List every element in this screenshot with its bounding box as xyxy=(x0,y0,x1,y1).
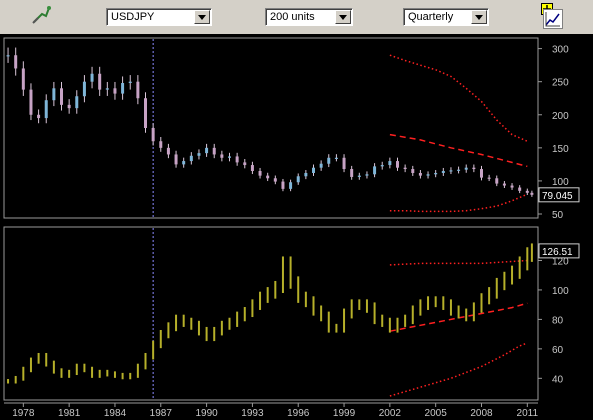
candle-body xyxy=(311,167,315,173)
candle-body xyxy=(502,183,506,186)
candle-body xyxy=(281,181,285,189)
candle-body xyxy=(365,174,369,176)
candle-body xyxy=(380,165,384,167)
candle-body xyxy=(266,175,270,179)
candle-body xyxy=(243,162,247,166)
x-tick-label: 2005 xyxy=(425,408,448,419)
candle-body xyxy=(472,167,476,170)
last-value-label: 79.045 xyxy=(542,191,573,202)
candle-body xyxy=(289,182,293,189)
candle-body xyxy=(105,88,109,90)
candle-body xyxy=(327,157,331,164)
candle-body xyxy=(151,128,155,142)
candle-body xyxy=(350,169,354,177)
candle-body xyxy=(434,172,438,175)
candle-body xyxy=(189,155,193,162)
candle-body xyxy=(182,161,186,165)
candle-body xyxy=(90,73,94,82)
candle-body xyxy=(44,100,48,119)
candle-body xyxy=(159,141,163,148)
candle-body xyxy=(449,170,453,172)
candle-body xyxy=(166,147,170,155)
x-tick-label: 1978 xyxy=(12,408,35,419)
x-tick-label: 1990 xyxy=(195,408,218,419)
candle-body xyxy=(304,172,308,177)
candle-body xyxy=(75,96,79,109)
x-tick-label: 1981 xyxy=(58,408,81,419)
candle-body xyxy=(495,178,499,184)
candle-body xyxy=(21,68,25,90)
candle-body xyxy=(144,98,148,128)
candle-body xyxy=(319,163,323,168)
x-tick-label: 2008 xyxy=(470,408,493,419)
candle-body xyxy=(487,177,491,179)
y-tick-label: 60 xyxy=(552,345,564,356)
candle-body xyxy=(334,157,338,159)
candle-body xyxy=(136,81,140,99)
candle-body xyxy=(128,81,132,84)
candle-body xyxy=(273,178,277,182)
candle-body xyxy=(52,88,56,101)
x-tick-label: 1996 xyxy=(287,408,310,419)
candle-body xyxy=(113,88,117,94)
candle-body xyxy=(342,157,346,170)
candle-body xyxy=(530,192,534,195)
y-tick-label: 200 xyxy=(552,111,569,122)
candle-body xyxy=(14,55,18,69)
candle-body xyxy=(37,114,41,119)
candle-body xyxy=(373,166,377,175)
candle-body xyxy=(411,169,415,173)
candle-body xyxy=(212,147,216,155)
candle-body xyxy=(464,167,468,170)
candle-body xyxy=(67,104,71,109)
chart-area[interactable]: 3002502001501005079.045 120100806040126.… xyxy=(0,0,593,420)
candle-body xyxy=(220,154,224,158)
y-tick-label: 150 xyxy=(552,144,569,155)
candle-body xyxy=(174,154,178,165)
candle-body xyxy=(388,161,392,166)
candle-body xyxy=(82,81,86,97)
candle-body xyxy=(395,161,399,168)
candle-body xyxy=(121,83,125,94)
x-tick-label: 2011 xyxy=(517,408,539,419)
candle-body xyxy=(296,176,300,183)
y-tick-label: 300 xyxy=(552,45,569,56)
candle-body xyxy=(228,156,232,158)
candle-body xyxy=(426,174,430,176)
x-tick-label: 1993 xyxy=(241,408,264,419)
y-tick-label: 40 xyxy=(552,374,564,385)
y-tick-label: 50 xyxy=(552,210,564,221)
y-tick-label: 250 xyxy=(552,78,569,89)
x-tick-label: 2002 xyxy=(379,408,402,419)
candle-body xyxy=(6,55,10,57)
candle-body xyxy=(457,169,461,171)
candle-body xyxy=(479,169,483,178)
x-tick-label: 1987 xyxy=(150,408,173,419)
candle-body xyxy=(403,167,407,170)
candle-body xyxy=(235,156,239,163)
y-tick-label: 100 xyxy=(552,177,569,188)
x-tick-label: 1984 xyxy=(104,408,127,419)
x-tick-label: 1999 xyxy=(333,408,356,419)
candle-body xyxy=(441,171,445,173)
candle-body xyxy=(197,153,201,156)
candle-body xyxy=(258,171,262,176)
y-tick-label: 100 xyxy=(552,286,569,297)
candle-body xyxy=(357,175,361,177)
candle-body xyxy=(29,89,33,115)
candle-body xyxy=(205,147,209,154)
y-tick-label: 80 xyxy=(552,315,564,326)
last-value-label: 126.51 xyxy=(542,247,573,258)
candle-body xyxy=(518,187,522,191)
candle-body xyxy=(98,73,102,90)
candle-body xyxy=(525,190,529,193)
candle-body xyxy=(418,172,422,176)
candle-body xyxy=(510,185,514,188)
candle-body xyxy=(250,165,254,171)
candle-body xyxy=(60,88,64,105)
